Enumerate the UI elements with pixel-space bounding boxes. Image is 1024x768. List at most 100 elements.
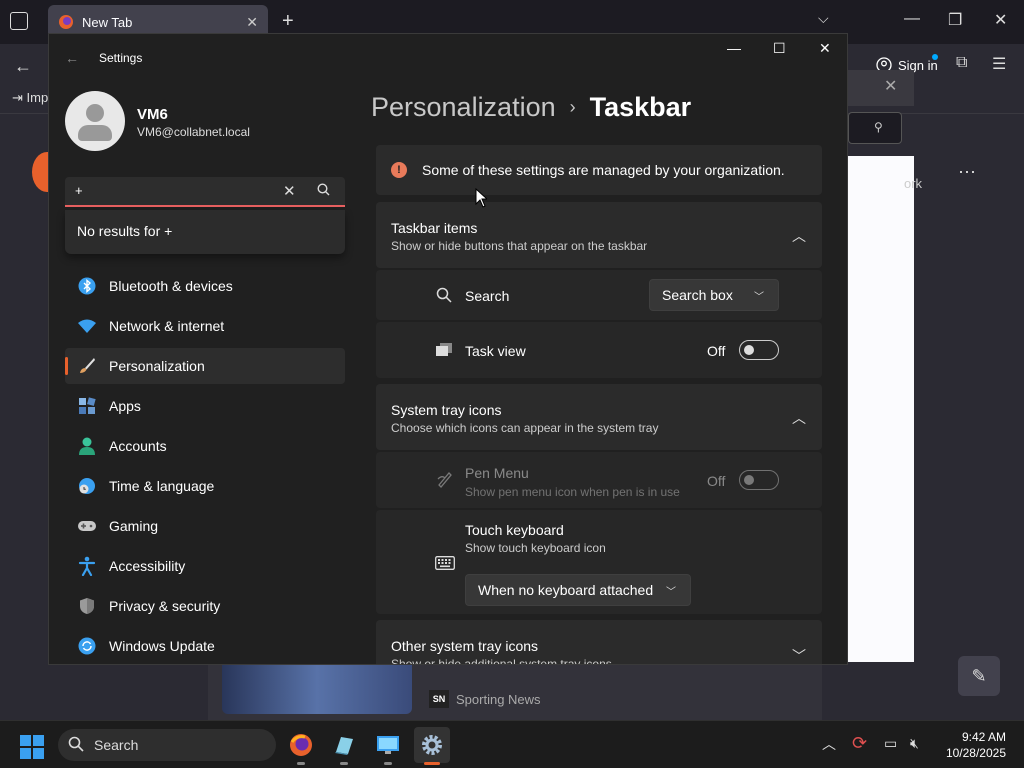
breadcrumb-parent[interactable]: Personalization (371, 92, 556, 123)
new-tab-button[interactable]: + (282, 10, 294, 33)
system-tray-header[interactable]: System tray icons Choose which icons can… (376, 384, 822, 450)
sidebar-item-time-language[interactable]: Time & language (65, 468, 345, 504)
tab-list-icon[interactable] (10, 12, 28, 30)
window-title: Settings (99, 51, 143, 65)
taskbar-app-2[interactable] (326, 727, 362, 765)
taskbar-firefox[interactable] (283, 727, 319, 765)
close-icon[interactable]: ✕ (819, 40, 831, 57)
extensions-icon[interactable]: ⧉ (956, 54, 967, 72)
info-icon: ! (391, 162, 407, 178)
side-text: ork (904, 176, 923, 191)
sidebar-item-privacy[interactable]: Privacy & security (65, 588, 345, 624)
browser-back-icon[interactable]: ← (14, 56, 32, 77)
gear-icon (422, 735, 442, 755)
taskbar-settings[interactable] (414, 727, 450, 765)
news-source-logo: SN (429, 690, 449, 708)
volume-muted-icon[interactable]: 🔇︎ (910, 735, 919, 752)
taskbar-app-3[interactable] (370, 727, 406, 765)
bluetooth-icon (77, 276, 97, 296)
clock[interactable]: 9:42 AM 10/28/2025 (940, 729, 1006, 761)
pen-menu-label: Pen Menu (465, 465, 529, 481)
sidebar-item-accessibility[interactable]: Accessibility (65, 548, 345, 584)
gamepad-icon (77, 516, 97, 536)
menu-icon[interactable]: ☰ (992, 54, 1006, 74)
shield-icon (77, 596, 97, 616)
taskview-toggle[interactable] (739, 340, 779, 360)
touch-keyboard-dropdown[interactable]: When no keyboard attached ﹀ (465, 574, 691, 606)
pen-menu-subtitle: Show pen menu icon when pen is in use (465, 485, 680, 499)
paintbrush-icon (77, 356, 97, 376)
sync-icon[interactable]: ⟳ (852, 733, 867, 754)
page-title: Taskbar (589, 92, 692, 122)
taskbar: Search ︿ ⟳ ▭ 🔇︎ 9:42 AM 10/28/2025 (0, 720, 1024, 768)
pencil-icon[interactable]: ✎ (958, 656, 1000, 696)
sidebar-item-label: Bluetooth & devices (109, 278, 233, 294)
sidebar-item-windows-update[interactable]: Windows Update (65, 628, 345, 664)
browser-restore-icon[interactable]: ❐ (948, 10, 962, 30)
chevron-up-icon[interactable]: ︿ (792, 226, 806, 246)
popup-search-icon: ⚲ (874, 120, 883, 134)
tab-overflow-chevron-icon[interactable]: ⌵ (818, 10, 829, 27)
search-icon[interactable] (317, 183, 330, 196)
sidebar-item-label: Privacy & security (109, 598, 221, 614)
bookmark-import[interactable]: ⇥ Imp (12, 90, 48, 106)
section-title: System tray icons (391, 402, 502, 418)
start-button[interactable] (20, 735, 44, 759)
taskbar-search[interactable]: Search (58, 729, 276, 761)
sidebar-item-accounts[interactable]: Accounts (65, 428, 345, 464)
keyboard-icon (435, 556, 455, 570)
sidebar-item-network[interactable]: Network & internet (65, 308, 345, 344)
chevron-up-icon[interactable]: ︿ (822, 734, 836, 754)
maximize-icon[interactable]: ☐ (773, 40, 786, 57)
globe-clock-icon (77, 476, 97, 496)
avatar[interactable] (65, 91, 125, 151)
touch-keyboard-row: Touch keyboard Show touch keyboard icon … (376, 510, 822, 614)
accessibility-icon (77, 556, 97, 576)
browser-minimize-icon[interactable]: — (904, 10, 920, 28)
section-subtitle: Choose which icons can appear in the sys… (391, 421, 659, 435)
search-mode-dropdown[interactable]: Search box ﹀ (649, 279, 779, 311)
touch-keyboard-label: Touch keyboard (465, 522, 564, 538)
tab-close-icon[interactable]: ✕ (246, 14, 258, 31)
import-icon: ⇥ (12, 90, 23, 105)
bookmark-import-label: Imp (26, 90, 49, 105)
taskbar-search-label: Search (94, 737, 139, 753)
settings-window: ← Settings — ☐ ✕ VM6 VM6@collabnet.local… (48, 33, 848, 665)
apps-icon (77, 396, 97, 416)
clear-icon[interactable]: ✕ (283, 182, 296, 200)
popup-close-icon[interactable]: ✕ (884, 76, 897, 96)
dropdown-value: When no keyboard attached (478, 582, 654, 598)
sidebar-item-label: Windows Update (109, 638, 215, 654)
managed-notice-text: Some of these settings are managed by yo… (422, 162, 785, 178)
section-title: Taskbar items (391, 220, 478, 236)
sidebar-item-label: Time & language (109, 478, 215, 494)
section-title: Other system tray icons (391, 638, 539, 654)
other-tray-header[interactable]: Other system tray icons Show or hide add… (376, 620, 822, 664)
network-icon[interactable]: ▭ (884, 735, 897, 752)
sidebar-item-gaming[interactable]: Gaming (65, 508, 345, 544)
sidebar-item-apps[interactable]: Apps (65, 388, 345, 424)
user-name: VM6 (137, 106, 168, 123)
pen-menu-toggle[interactable] (739, 470, 779, 490)
sidebar-item-bluetooth[interactable]: Bluetooth & devices (65, 268, 345, 304)
app-icon (335, 737, 353, 755)
minimize-icon[interactable]: — (727, 40, 741, 56)
dropdown-value: Search box (662, 287, 733, 303)
browser-close-icon[interactable]: ✕ (994, 10, 1007, 30)
browser-popup-header (848, 70, 914, 106)
section-subtitle: Show or hide buttons that appear on the … (391, 239, 648, 253)
taskbar-items-header[interactable]: Taskbar items Show or hide buttons that … (376, 202, 822, 268)
settings-search[interactable]: ✕ (65, 177, 345, 207)
search-input[interactable] (75, 183, 275, 198)
nav-list: Bluetooth & devices Network & internet P… (65, 268, 345, 664)
back-arrow-icon[interactable]: ← (65, 50, 79, 66)
firefox-icon (290, 734, 312, 756)
mouse-cursor-icon (475, 188, 487, 208)
chevron-down-icon[interactable]: ﹀ (792, 646, 806, 664)
sidebar-item-personalization[interactable]: Personalization (65, 348, 345, 384)
taskview-setting-label: Task view (465, 343, 526, 359)
sidebar-item-label: Gaming (109, 518, 159, 534)
chevron-up-icon[interactable]: ︿ (792, 408, 806, 428)
touch-keyboard-subtitle: Show touch keyboard icon (465, 541, 606, 555)
more-options-icon[interactable]: ⋯ (958, 162, 976, 183)
